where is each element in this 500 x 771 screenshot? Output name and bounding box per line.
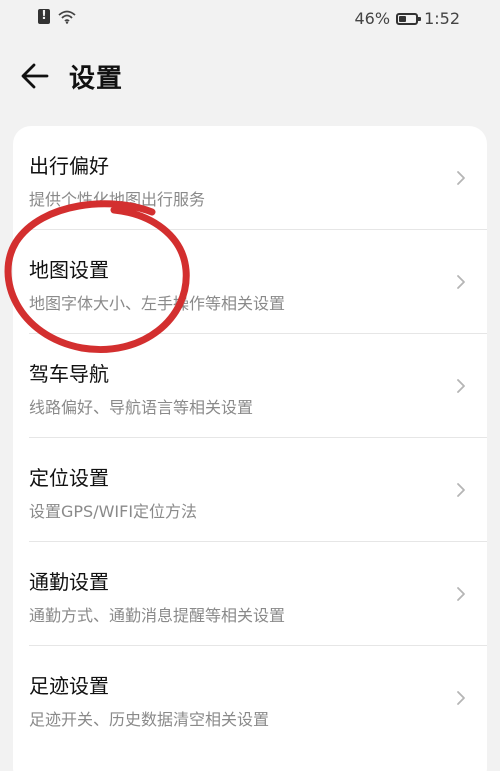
settings-item-travel-preference[interactable]: 出行偏好 提供个性化地图出行服务 — [13, 126, 487, 230]
settings-item-title: 定位设置 — [29, 466, 109, 490]
clock: 1:52 — [424, 9, 460, 28]
page-title: 设置 — [69, 64, 124, 94]
settings-item-description: 足迹开关、历史数据清空相关设置 — [29, 710, 270, 729]
app-page: 46% 1:52 设置 出行偏好 提供个性化地图出行服务 地图设置 地图字体大小… — [0, 0, 500, 771]
settings-item-description: 地图字体大小、左手操作等相关设置 — [29, 294, 286, 313]
status-bar-right: 46% 1:52 — [355, 9, 461, 28]
settings-list: 出行偏好 提供个性化地图出行服务 地图设置 地图字体大小、左手操作等相关设置 驾… — [13, 126, 487, 771]
settings-item-title: 驾车导航 — [29, 362, 109, 386]
battery-fill — [399, 15, 407, 22]
settings-item-description: 线路偏好、导航语言等相关设置 — [29, 398, 254, 417]
chevron-right-icon — [455, 378, 467, 394]
settings-item-title: 足迹设置 — [29, 674, 109, 698]
status-bar: 46% 1:52 — [0, 0, 500, 38]
chevron-right-icon — [455, 586, 467, 602]
chevron-right-icon — [455, 274, 467, 290]
settings-item-description: 设置GPS/WIFI定位方法 — [29, 502, 198, 521]
wifi-icon — [58, 10, 76, 24]
app-header: 设置 — [0, 52, 500, 100]
settings-item-footprint-settings[interactable]: 足迹设置 足迹开关、历史数据清空相关设置 — [13, 646, 487, 750]
settings-item-location-settings[interactable]: 定位设置 设置GPS/WIFI定位方法 — [13, 438, 487, 542]
settings-item-description: 提供个性化地图出行服务 — [29, 190, 206, 209]
chevron-right-icon — [455, 170, 467, 186]
settings-item-title: 出行偏好 — [29, 154, 109, 178]
settings-item-commute-settings[interactable]: 通勤设置 通勤方式、通勤消息提醒等相关设置 — [13, 542, 487, 646]
chevron-right-icon — [455, 482, 467, 498]
sim-alert-icon — [38, 8, 50, 24]
chevron-right-icon — [455, 690, 467, 706]
settings-item-driving-navigation[interactable]: 驾车导航 线路偏好、导航语言等相关设置 — [13, 334, 487, 438]
battery-percent: 46% — [354, 9, 391, 28]
settings-item-map-settings[interactable]: 地图设置 地图字体大小、左手操作等相关设置 — [13, 230, 487, 334]
battery-icon — [396, 12, 422, 25]
arrow-left-icon — [21, 63, 49, 89]
settings-item-description: 通勤方式、通勤消息提醒等相关设置 — [29, 606, 286, 625]
back-button[interactable] — [16, 56, 56, 96]
settings-item-title: 地图设置 — [29, 258, 109, 282]
status-bar-left — [38, 8, 76, 24]
settings-item-title: 通勤设置 — [29, 570, 109, 594]
